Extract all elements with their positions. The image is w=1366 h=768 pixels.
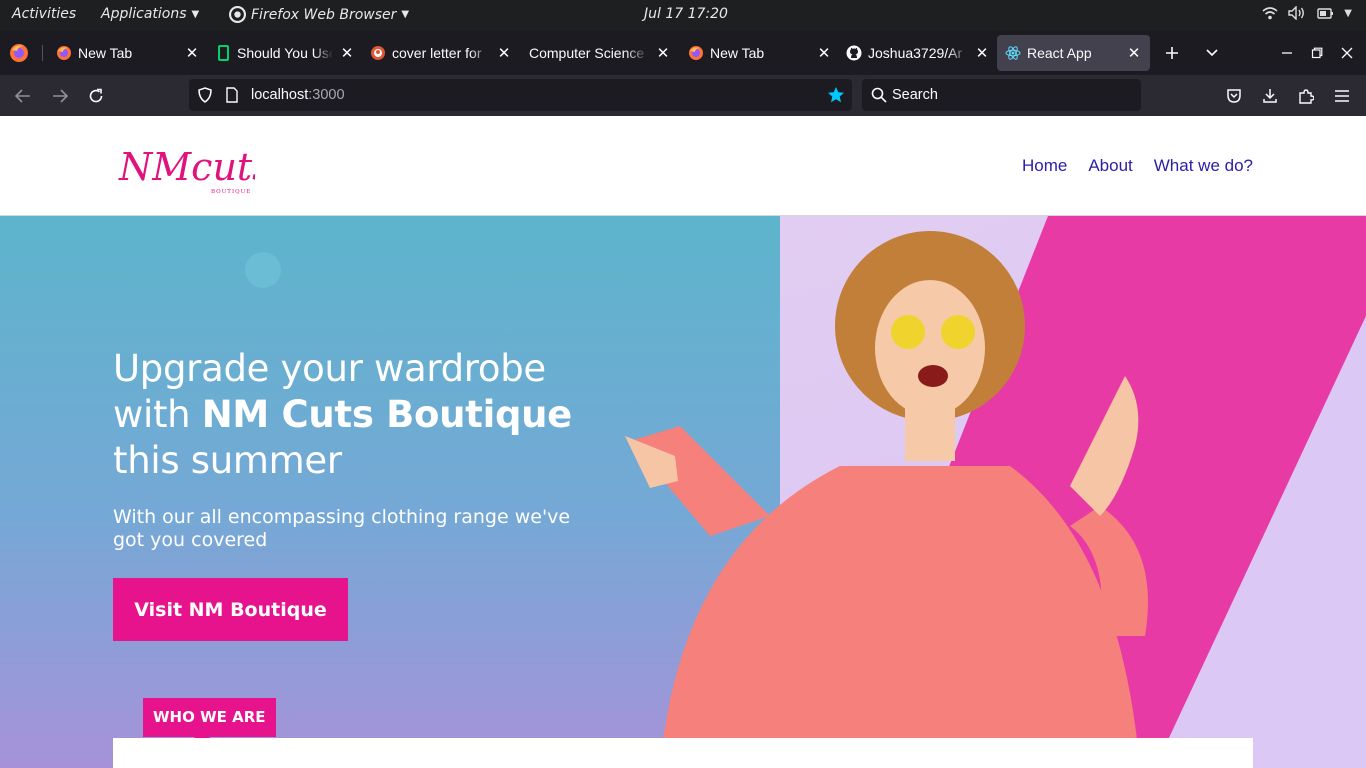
pocket-icon[interactable] [1222, 84, 1246, 108]
forward-arrow-icon[interactable] [48, 84, 72, 108]
close-icon[interactable]: ✕ [1126, 44, 1142, 62]
tab-title: Computer Science [529, 45, 645, 61]
reload-icon[interactable] [84, 84, 108, 108]
tab-separator [42, 45, 43, 61]
who-we-are-badge: WHO WE ARE [143, 698, 276, 745]
system-top-bar: Activities Applications ▼ Firefox Web Bro… [0, 0, 1366, 31]
applications-label: Applications [101, 6, 187, 22]
minimize-icon[interactable] [1275, 41, 1299, 65]
browser-tab-strip: New Tab ✕ Should You Use ✕ cover letter … [0, 31, 1366, 75]
logo-text: NMcuts [118, 145, 255, 189]
firefox-view-icon[interactable] [8, 42, 30, 64]
bookmark-star-icon[interactable] [827, 86, 845, 104]
search-icon [871, 87, 887, 103]
new-tab-plus-icon[interactable] [1160, 41, 1184, 65]
close-icon[interactable]: ✕ [974, 44, 990, 62]
github-icon [846, 45, 862, 61]
chevron-down-icon: ▼ [1344, 7, 1352, 19]
downloads-icon[interactable] [1258, 84, 1282, 108]
system-tray[interactable]: ▼ [1262, 6, 1352, 20]
battery-icon [1317, 8, 1334, 19]
app-name-label: Firefox Web Browser [251, 6, 397, 23]
tab-title: Should You Use [237, 45, 333, 61]
close-icon[interactable]: ✕ [339, 44, 355, 62]
tab-react-app[interactable]: React App ✕ [997, 35, 1150, 71]
tab-title: React App [1027, 45, 1092, 61]
tab-computer-science[interactable]: Computer Science ✕ [521, 35, 671, 71]
nav-link-what-we-do[interactable]: What we do? [1154, 156, 1253, 176]
logo-subtext: BOUTIQUE [211, 189, 251, 195]
tab-new-tab-1[interactable]: New Tab ✕ [50, 35, 200, 71]
tab-github[interactable]: Joshua3729/Ar ✕ [840, 35, 990, 71]
browser-navigation-bar: localhost:3000 Search [0, 75, 1366, 116]
firefox-icon [689, 46, 703, 60]
datetime-label: Jul 17 17:20 [644, 6, 728, 22]
firefox-app-icon [229, 6, 246, 23]
address-bar[interactable]: localhost:3000 [189, 79, 852, 111]
tab-title: New Tab [710, 45, 765, 61]
web-page-content: NMcuts BOUTIQUE Home About What we do? [0, 116, 1366, 768]
nav-link-about[interactable]: About [1088, 156, 1132, 176]
search-placeholder: Search [892, 87, 938, 103]
url-text[interactable]: localhost:3000 [251, 87, 345, 103]
tab-cover-letter[interactable]: cover letter for ✕ [364, 35, 512, 71]
nmcuts-logo[interactable]: NMcuts BOUTIQUE [115, 136, 255, 196]
applications-menu[interactable]: Applications ▼ [101, 6, 199, 22]
hamburger-menu-icon[interactable] [1330, 84, 1354, 108]
maximize-icon[interactable] [1305, 41, 1329, 65]
extensions-icon[interactable] [1294, 84, 1318, 108]
activities-label: Activities [12, 6, 77, 22]
hero-subtitle: With our all encompassing clothing range… [113, 506, 571, 551]
hero-title: Upgrade your wardrobe with NM Cuts Bouti… [113, 346, 613, 484]
hero-title-part2: this summer [113, 439, 342, 482]
tab-title: cover letter for [392, 45, 482, 61]
duckduckgo-icon [371, 46, 385, 60]
close-icon[interactable]: ✕ [184, 44, 200, 62]
visit-boutique-button[interactable]: Visit NM Boutique [113, 578, 348, 641]
document-icon [218, 45, 229, 61]
url-port: :3000 [308, 87, 345, 103]
model-photo [625, 231, 1148, 768]
site-header: NMcuts BOUTIQUE Home About What we do? [0, 116, 1366, 216]
wifi-icon [1262, 7, 1278, 20]
shield-icon[interactable] [197, 87, 213, 103]
site-navigation: Home About What we do? [1022, 156, 1253, 176]
url-host: localhost [251, 87, 309, 103]
tab-should-you-use[interactable]: Should You Use ✕ [209, 35, 355, 71]
react-icon [1005, 46, 1021, 60]
app-menu[interactable]: Firefox Web Browser ▼ [229, 6, 409, 23]
firefox-icon [57, 46, 71, 60]
chevron-down-icon: ▼ [401, 9, 410, 20]
hero-title-brand: NM Cuts Boutique [201, 393, 573, 436]
close-window-icon[interactable] [1335, 41, 1359, 65]
list-all-tabs-chevron-icon[interactable] [1200, 41, 1224, 65]
about-card [113, 738, 1253, 768]
clock[interactable]: Jul 17 17:20 [644, 6, 728, 22]
activities-button[interactable]: Activities [12, 6, 76, 22]
close-icon[interactable]: ✕ [496, 44, 512, 62]
search-bar[interactable]: Search [862, 79, 1141, 111]
tab-title: Joshua3729/Ar [868, 45, 963, 61]
close-icon[interactable]: ✕ [816, 44, 832, 62]
hero-section: Upgrade your wardrobe with NM Cuts Bouti… [0, 216, 1366, 768]
volume-icon [1288, 6, 1305, 20]
hero-text-block: Upgrade your wardrobe with NM Cuts Bouti… [113, 346, 613, 552]
tab-new-tab-2[interactable]: New Tab ✕ [682, 35, 832, 71]
tab-title: New Tab [78, 45, 133, 61]
page-icon[interactable] [225, 87, 239, 103]
chevron-down-icon: ▼ [191, 8, 200, 20]
close-icon[interactable]: ✕ [655, 44, 671, 62]
back-arrow-icon[interactable] [11, 84, 35, 108]
nav-link-home[interactable]: Home [1022, 156, 1067, 176]
